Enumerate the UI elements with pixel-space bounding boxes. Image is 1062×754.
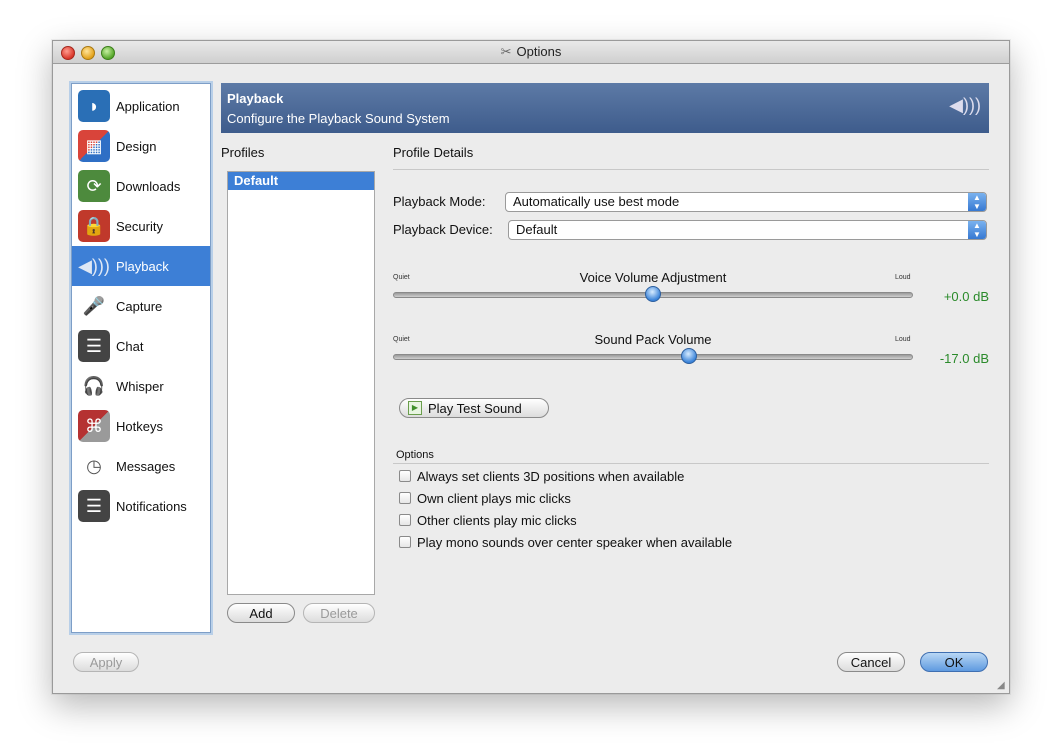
profile-details-heading: Profile Details bbox=[393, 145, 474, 160]
section-header: Playback Configure the Playback Sound Sy… bbox=[221, 83, 989, 133]
window-title-text: Options bbox=[516, 44, 562, 59]
sidebar-item-chat[interactable]: ☰ Chat bbox=[72, 326, 210, 366]
sidebar-item-label: Application bbox=[116, 98, 180, 114]
application-icon: ◗ bbox=[78, 90, 110, 122]
sidebar-item-notifications[interactable]: ☰ Notifications bbox=[72, 486, 210, 526]
select-arrows-icon: ▲ ▼ bbox=[968, 221, 986, 239]
checkbox-3d-positions[interactable]: Always set clients 3D positions when ava… bbox=[399, 467, 684, 485]
playback-icon: ◀))) bbox=[78, 255, 110, 276]
voice-quiet-label: Quiet bbox=[393, 274, 410, 281]
options-divider bbox=[393, 463, 989, 464]
playback-device-label: Playback Device: bbox=[393, 222, 493, 237]
sidebar-item-messages[interactable]: ◷ Messages bbox=[72, 446, 210, 486]
sidebar-item-label: Chat bbox=[116, 338, 144, 354]
sidebar-item-security[interactable]: 🔒 Security bbox=[72, 206, 210, 246]
checkbox-label: Other clients play mic clicks bbox=[417, 512, 577, 528]
sidebar-item-application[interactable]: ◗ Application bbox=[72, 86, 210, 126]
sidebar-item-playback[interactable]: ◀))) Playback bbox=[72, 246, 210, 286]
sidebar-item-design[interactable]: ▦ Design bbox=[72, 126, 210, 166]
checkbox[interactable] bbox=[399, 514, 411, 526]
select-arrows-icon: ▲ ▼ bbox=[968, 193, 986, 211]
tools-icon: ✂ bbox=[500, 44, 512, 59]
soundpack-volume-track[interactable] bbox=[393, 354, 913, 360]
section-subtitle: Configure the Playback Sound System bbox=[227, 111, 450, 126]
sidebar-item-label: Design bbox=[116, 138, 157, 154]
playback-mode-label: Playback Mode: bbox=[393, 194, 486, 209]
sidebar-item-label: Capture bbox=[116, 298, 163, 314]
voice-volume-value: +0.0 dB bbox=[943, 289, 989, 304]
voice-loud-label: Loud bbox=[895, 274, 911, 281]
play-icon: ▶ bbox=[408, 401, 422, 415]
hotkeys-icon: ⌘ bbox=[78, 410, 110, 442]
sidebar-item-hotkeys[interactable]: ⌘ Hotkeys bbox=[72, 406, 210, 446]
soundpack-quiet-label: Quiet bbox=[393, 336, 410, 343]
voice-volume-thumb[interactable] bbox=[645, 286, 661, 302]
sidebar-item-label: Playback bbox=[116, 258, 169, 274]
section-title: Playback bbox=[227, 91, 284, 106]
options-window: ✂ Options ◗ Application ▦ Design ⟳ Downlo… bbox=[52, 40, 1010, 694]
profiles-heading: Profiles bbox=[221, 145, 265, 160]
ok-button[interactable]: OK bbox=[920, 652, 988, 672]
soundpack-volume-title: Sound Pack Volume bbox=[594, 332, 712, 347]
add-profile-button[interactable]: Add bbox=[227, 603, 295, 623]
sidebar-item-downloads[interactable]: ⟳ Downloads bbox=[72, 166, 210, 206]
checkbox[interactable] bbox=[399, 536, 411, 548]
playback-device-select[interactable]: Default ▲ ▼ bbox=[508, 220, 987, 240]
design-icon: ▦ bbox=[78, 130, 110, 162]
soundpack-volume-thumb[interactable] bbox=[681, 348, 698, 364]
delete-profile-button[interactable]: Delete bbox=[303, 603, 375, 623]
speaker-icon: ◀))) bbox=[949, 95, 981, 115]
details-divider bbox=[393, 169, 989, 170]
downloads-icon: ⟳ bbox=[78, 170, 110, 202]
sidebar-item-label: Security bbox=[116, 218, 163, 234]
messages-icon: ◷ bbox=[86, 455, 102, 476]
checkbox-label: Play mono sounds over center speaker whe… bbox=[417, 534, 733, 550]
microphone-icon: 🎤 bbox=[82, 295, 106, 316]
soundpack-volume-value: -17.0 dB bbox=[939, 351, 989, 366]
sidebar-item-label: Hotkeys bbox=[116, 418, 163, 434]
sidebar-item-label: Whisper bbox=[116, 378, 164, 394]
apply-button[interactable]: Apply bbox=[73, 652, 139, 672]
category-sidebar: ◗ Application ▦ Design ⟳ Downloads 🔒 Sec… bbox=[71, 83, 211, 633]
checkbox-own-mic-clicks[interactable]: Own client plays mic clicks bbox=[399, 489, 571, 507]
play-test-sound-button[interactable]: ▶ Play Test Sound bbox=[399, 398, 549, 418]
checkbox-mono-center-speaker[interactable]: Play mono sounds over center speaker whe… bbox=[399, 533, 732, 551]
notifications-icon: ☰ bbox=[78, 490, 110, 522]
list-item[interactable]: Default bbox=[228, 172, 374, 190]
checkbox-label: Own client plays mic clicks bbox=[417, 490, 571, 506]
sidebar-item-label: Notifications bbox=[116, 498, 187, 514]
playback-mode-value: Automatically use best mode bbox=[513, 194, 680, 209]
title-bar[interactable]: ✂ Options bbox=[53, 41, 1009, 64]
window-title: ✂ Options bbox=[53, 41, 1009, 63]
profiles-list[interactable]: Default bbox=[227, 171, 375, 595]
sidebar-item-label: Downloads bbox=[116, 178, 181, 194]
checkbox[interactable] bbox=[399, 470, 411, 482]
sidebar-item-label: Messages bbox=[116, 458, 176, 474]
play-test-sound-label: Play Test Sound bbox=[428, 400, 522, 416]
chat-icon: ☰ bbox=[78, 330, 110, 362]
sidebar-item-capture[interactable]: 🎤 Capture bbox=[72, 286, 210, 326]
checkbox-other-mic-clicks[interactable]: Other clients play mic clicks bbox=[399, 511, 577, 529]
headset-icon: 🎧 bbox=[82, 375, 106, 396]
soundpack-loud-label: Loud bbox=[895, 336, 911, 343]
checkbox-label: Always set clients 3D positions when ava… bbox=[417, 468, 685, 484]
cancel-button[interactable]: Cancel bbox=[837, 652, 905, 672]
sidebar-item-whisper[interactable]: 🎧 Whisper bbox=[72, 366, 210, 406]
options-heading: Options bbox=[396, 449, 434, 461]
resize-grip-icon[interactable]: ◢ bbox=[997, 681, 1007, 691]
security-icon: 🔒 bbox=[78, 210, 110, 242]
checkbox[interactable] bbox=[399, 492, 411, 504]
playback-mode-select[interactable]: Automatically use best mode ▲ ▼ bbox=[505, 192, 987, 212]
voice-volume-title: Voice Volume Adjustment bbox=[579, 270, 727, 285]
playback-device-value: Default bbox=[516, 222, 558, 237]
